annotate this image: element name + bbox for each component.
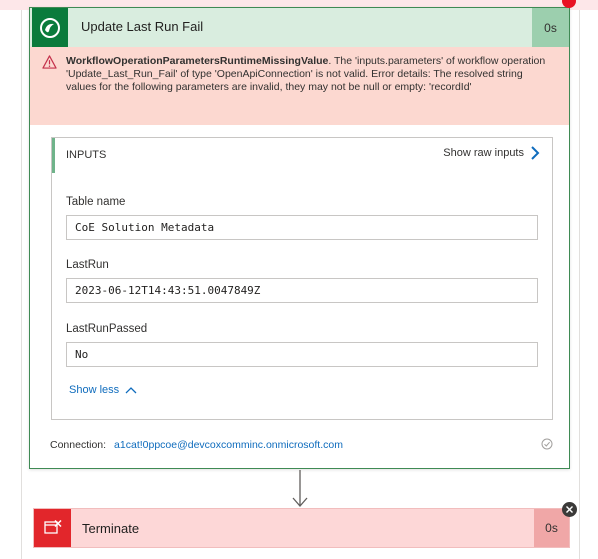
terminate-icon bbox=[34, 509, 71, 547]
connection-label: Connection: bbox=[50, 439, 107, 451]
inputs-title: INPUTS bbox=[66, 149, 107, 161]
last-run-passed-label: LastRunPassed bbox=[66, 323, 148, 335]
close-icon[interactable] bbox=[562, 502, 577, 517]
last-run-passed-value: No bbox=[66, 342, 538, 367]
connection-row: Connection: a1cat!0ppcoe@devcoxcomminc.on… bbox=[50, 439, 343, 451]
inputs-header: INPUTS Show raw inputs bbox=[52, 138, 552, 173]
connection-value[interactable]: a1cat!0ppcoe@devcoxcomminc.onmicrosoft.c… bbox=[114, 439, 343, 451]
warning-icon bbox=[42, 55, 57, 69]
show-raw-inputs-link[interactable]: Show raw inputs bbox=[443, 146, 540, 160]
flow-arrow-icon bbox=[292, 470, 308, 507]
table-name-label: Table name bbox=[66, 196, 126, 208]
canvas-border-right bbox=[579, 10, 580, 559]
show-raw-inputs-label: Show raw inputs bbox=[443, 147, 524, 159]
action-card-header[interactable]: Update Last Run Fail 0s bbox=[30, 8, 569, 47]
error-message: WorkflowOperationParametersRuntimeMissin… bbox=[66, 55, 546, 94]
table-name-value: CoE Solution Metadata bbox=[66, 215, 538, 240]
error-code: WorkflowOperationParametersRuntimeMissin… bbox=[66, 55, 329, 67]
check-circle-icon bbox=[541, 438, 553, 450]
last-run-label: LastRun bbox=[66, 259, 109, 271]
show-less-toggle[interactable]: Show less bbox=[69, 384, 137, 396]
action-duration: 0s bbox=[532, 8, 569, 47]
show-less-label: Show less bbox=[69, 384, 120, 396]
action-card-update-last-run-fail[interactable]: Update Last Run Fail 0s WorkflowOperatio… bbox=[29, 7, 570, 469]
terminate-title: Terminate bbox=[82, 521, 140, 536]
chevron-right-icon bbox=[531, 146, 540, 160]
action-title: Update Last Run Fail bbox=[81, 19, 204, 34]
dataverse-icon bbox=[32, 8, 68, 47]
canvas-border-left bbox=[21, 10, 22, 559]
error-banner: WorkflowOperationParametersRuntimeMissin… bbox=[30, 47, 569, 125]
chevron-up-icon bbox=[125, 387, 137, 394]
inputs-panel: INPUTS Show raw inputs Table name CoE So… bbox=[51, 137, 553, 420]
action-card-terminate[interactable]: Terminate 0s bbox=[33, 508, 570, 548]
last-run-value: 2023-06-12T14:43:51.0047849Z bbox=[66, 278, 538, 303]
